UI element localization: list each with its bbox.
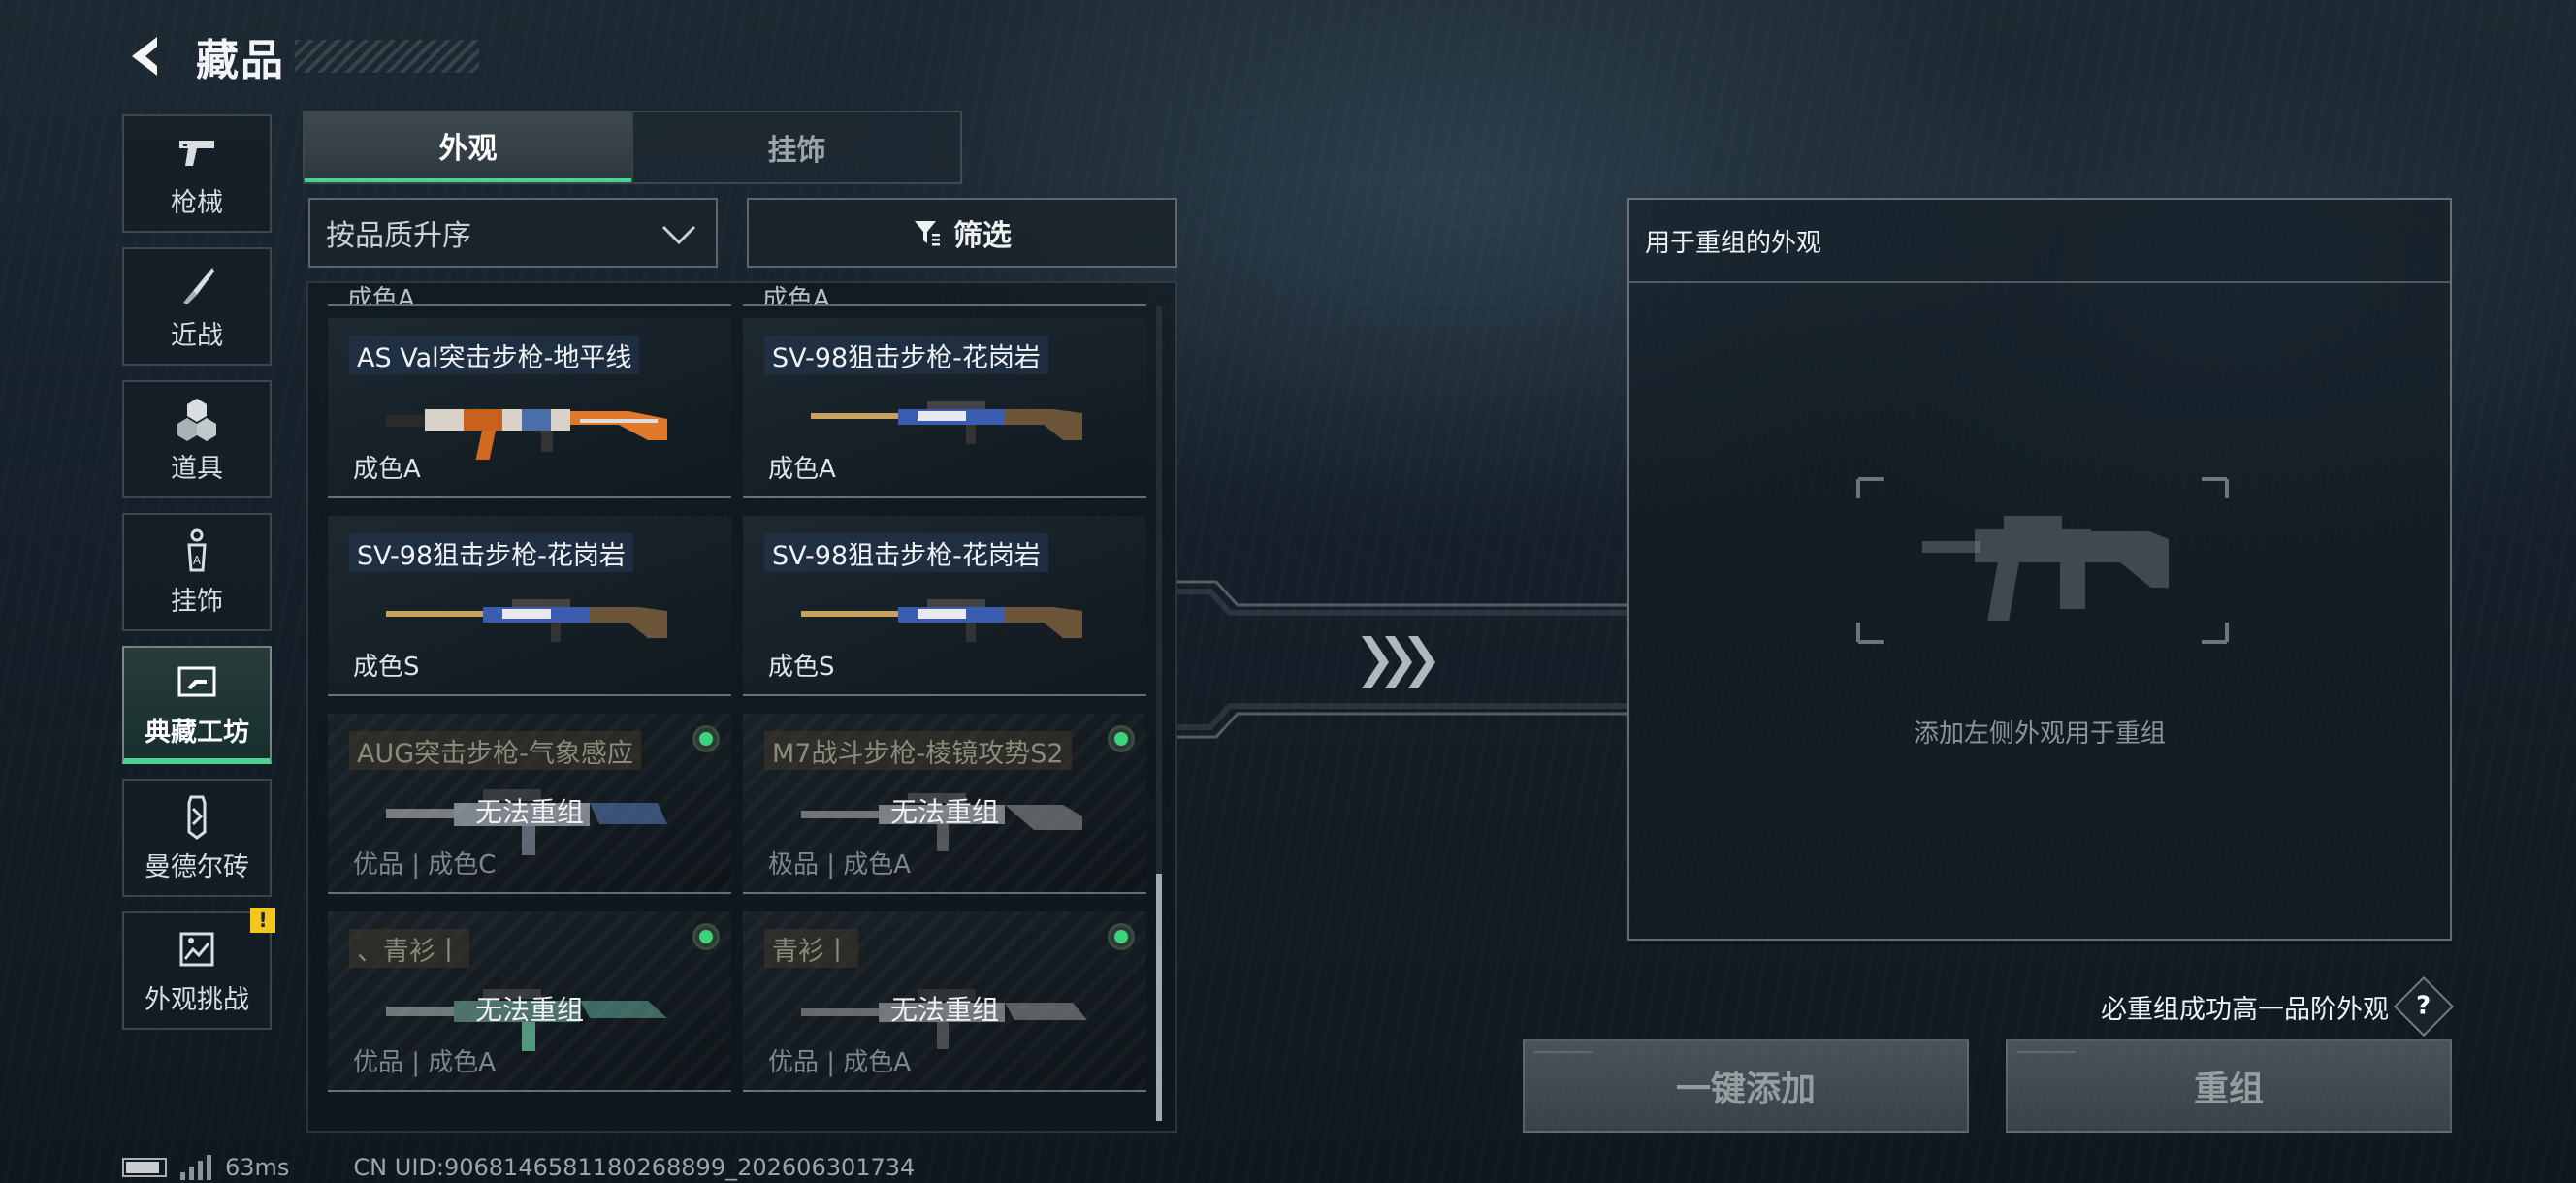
recombine-button[interactable]: 重组 <box>2006 1039 2452 1133</box>
skin-name: AUG突击步枪-气象感应 <box>349 731 641 770</box>
tab-charms[interactable]: 挂饰 <box>631 112 960 182</box>
skin-card[interactable]: SV-98狙击步枪-花岗岩 成色A <box>743 318 1146 498</box>
page-title: 藏品 <box>196 36 285 85</box>
help-glyph: ? <box>2416 992 2431 1021</box>
skin-grid[interactable]: 成色A 成色A AS Val突击步枪-地平线 成色A SV-98狙击步枪-花岗岩… <box>306 281 1177 1133</box>
skin-name: M7战斗步枪-棱镜攻势S2 <box>764 731 1072 770</box>
skin-name: 青衫丨 <box>764 929 858 968</box>
nav-item-guns[interactable]: 枪械 <box>122 114 272 233</box>
skin-card-locked[interactable]: 青衫丨 无法重组 优品 | 成色A <box>743 911 1146 1092</box>
challenge-icon <box>179 932 214 966</box>
cannot-recombine-label: 无法重组 <box>474 994 584 1026</box>
nav-label: 外观挑战 <box>145 984 249 1015</box>
skin-name: 、青衫丨 <box>349 929 469 968</box>
skin-card-locked[interactable]: M7战斗步枪-棱镜攻势S2 无法重组 极品 | 成色A <box>743 714 1146 894</box>
skin-quality: 成色S <box>353 653 420 682</box>
nav-label: 枪械 <box>171 187 223 218</box>
nav-label: 挂饰 <box>171 586 223 617</box>
recombine-tip-text: 必重组成功高一品阶外观 <box>2101 994 2389 1025</box>
nav-label: 近战 <box>171 320 223 351</box>
title-decoration <box>295 40 479 73</box>
chevron-down-icon <box>661 225 696 245</box>
sort-dropdown[interactable]: 按品质升序 <box>308 198 718 268</box>
sniper-skin-image <box>811 401 1082 444</box>
recombine-hint: 添加左侧外观用于重组 <box>1913 719 2166 749</box>
quick-add-button[interactable]: 一键添加 <box>1523 1039 1969 1133</box>
cannot-recombine-label: 无法重组 <box>474 796 584 828</box>
filter-button[interactable]: 筛选 <box>747 198 1177 268</box>
ping-value: 63ms <box>225 1154 290 1181</box>
charm-icon: A <box>187 528 207 571</box>
tab-appearance[interactable]: 外观 <box>305 112 631 182</box>
skin-card[interactable]: AS Val突击步枪-地平线 成色A <box>328 318 731 498</box>
skin-name: SV-98狙击步枪-花岗岩 <box>764 533 1048 572</box>
cannot-recombine-label: 无法重组 <box>889 796 999 828</box>
brick-icon <box>187 795 207 840</box>
skin-quality: 极品 | 成色A <box>768 850 912 879</box>
partial-card-quality: 成色A <box>328 283 731 306</box>
cannot-recombine-label: 无法重组 <box>889 994 999 1026</box>
sniper-skin-image <box>801 599 1082 642</box>
nav-item-workshop[interactable]: 典藏工坊 <box>122 646 272 764</box>
back-arrow-icon[interactable] <box>124 31 167 81</box>
skin-name: SV-98狙击步枪-花岗岩 <box>764 336 1048 374</box>
triple-chevron-right-icon <box>1362 636 1435 688</box>
nav-item-melee[interactable]: 近战 <box>122 247 272 366</box>
owned-indicator-icon <box>692 725 720 752</box>
nav-label: 道具 <box>171 453 223 484</box>
skin-quality: 优品 | 成色A <box>768 1048 912 1077</box>
skin-quality: 优品 | 成色C <box>353 850 497 879</box>
owned-indicator-icon <box>692 923 720 950</box>
skin-card[interactable]: SV-98狙击步枪-花岗岩 成色S <box>328 516 731 696</box>
sort-value: 按品质升序 <box>326 219 471 253</box>
nav-item-charms[interactable]: A 挂饰 <box>122 513 272 631</box>
rifle-skin-image <box>386 409 667 460</box>
skin-name: SV-98狙击步枪-花岗岩 <box>349 533 633 572</box>
filter-label: 筛选 <box>953 219 1012 253</box>
signal-icon <box>180 1155 211 1180</box>
recombine-panel-title: 用于重组的外观 <box>1645 229 1822 258</box>
nav-label: 曼德尔砖 <box>145 851 249 882</box>
skin-card[interactable]: SV-98狙击步枪-花岗岩 成色S <box>743 516 1146 696</box>
skin-quality: 成色A <box>353 455 421 484</box>
sniper-skin-image <box>386 599 667 642</box>
skin-name: AS Val突击步枪-地平线 <box>349 336 640 374</box>
owned-indicator-icon <box>1108 725 1135 752</box>
grenade-cluster-icon <box>177 398 216 441</box>
skin-card-locked[interactable]: 、青衫丨 无法重组 优品 | 成色A <box>328 911 731 1092</box>
help-icon[interactable]: ? <box>2393 975 2455 1038</box>
partial-card-quality: 成色A <box>743 283 1146 306</box>
nav-item-mandel-brick[interactable]: 曼德尔砖 <box>122 779 272 897</box>
workshop-icon <box>177 666 216 696</box>
grid-scrollbar[interactable] <box>1156 306 1162 1121</box>
knife-icon <box>183 267 214 304</box>
skin-quality: 成色A <box>768 455 836 484</box>
tab-bar: 外观 挂饰 <box>303 111 962 184</box>
rifle-placeholder-icon[interactable] <box>1829 473 2256 648</box>
nav-item-items[interactable]: 道具 <box>122 380 272 498</box>
skin-card-locked[interactable]: AUG突击步枪-气象感应 无法重组 优品 | 成色C <box>328 714 731 894</box>
user-uid: CN UID:9068146581180268899_202606301734 <box>353 1154 916 1181</box>
pistol-icon <box>179 140 214 166</box>
battery-icon <box>122 1158 167 1177</box>
nav-label: 典藏工坊 <box>145 717 249 748</box>
skin-quality: 成色S <box>768 653 835 682</box>
scrollbar-thumb[interactable] <box>1156 874 1162 1121</box>
status-bar: 63ms CN UID:9068146581180268899_20260630… <box>122 1154 915 1181</box>
notification-badge: ! <box>250 908 275 933</box>
recombine-panel: 用于重组的外观 添加左侧外观用于重组 <box>1627 198 2452 941</box>
svg-text:A: A <box>193 554 202 567</box>
owned-indicator-icon <box>1108 923 1135 950</box>
nav-item-appearance-challenge[interactable]: 外观挑战 ! <box>122 908 275 1030</box>
filter-icon <box>915 221 940 246</box>
skin-quality: 优品 | 成色A <box>353 1048 497 1077</box>
divider <box>1629 281 2450 283</box>
header: 藏品 <box>124 27 479 85</box>
recombine-tip: 必重组成功高一品阶外观 ? <box>2101 975 2455 1038</box>
